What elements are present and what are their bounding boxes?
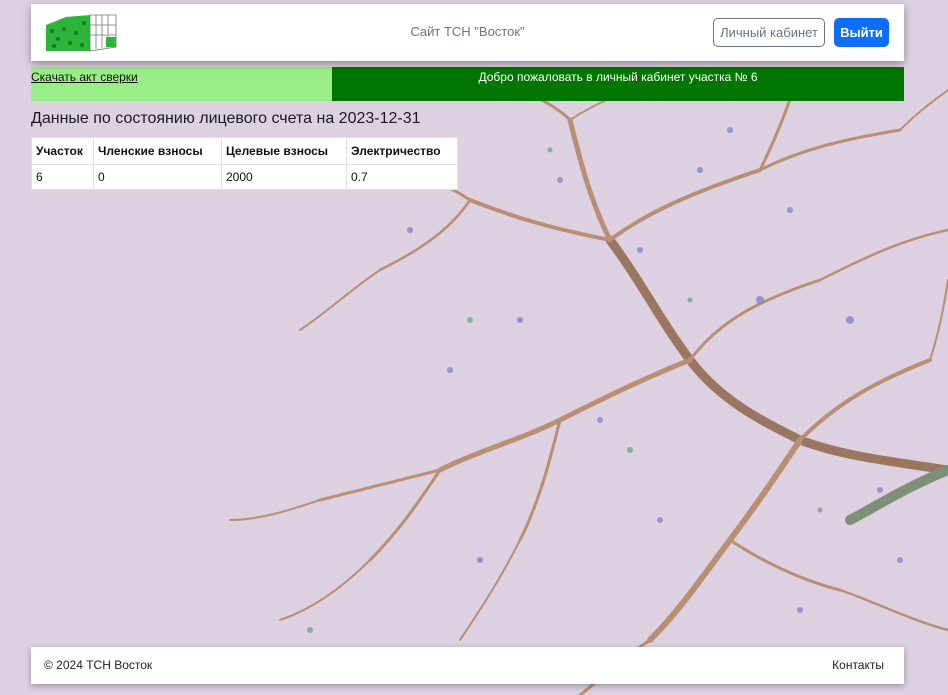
download-reconciliation-link[interactable]: Скачать акт сверки	[31, 70, 138, 84]
table-header-row: Участок Членские взносы Целевые взносы Э…	[31, 137, 458, 165]
column-header-membership-fees: Членские взносы	[93, 137, 222, 165]
cell-target-fees: 2000	[221, 164, 347, 190]
site-header: Сайт ТСН "Восток" Личный кабинет Выйти	[31, 4, 904, 61]
copyright-text: © 2024 ТСН Восток	[44, 658, 153, 672]
contacts-link[interactable]: Контакты	[832, 658, 884, 672]
cell-electricity: 0.7	[346, 164, 458, 190]
account-table: Участок Членские взносы Целевые взносы Э…	[31, 137, 458, 190]
column-header-plot: Участок	[31, 137, 94, 165]
table-row: 6 0 2000 0.7	[31, 164, 458, 190]
download-strip: Скачать акт сверки	[31, 67, 332, 101]
cell-plot: 6	[31, 164, 94, 190]
background-tree-image	[0, 0, 948, 695]
site-title: Сайт ТСН "Восток"	[410, 24, 525, 39]
personal-cabinet-button[interactable]: Личный кабинет	[713, 18, 825, 47]
column-header-electricity: Электричество	[346, 137, 458, 165]
welcome-text: Добро пожаловать в личный кабинет участк…	[478, 70, 758, 84]
account-heading: Данные по состоянию лицевого счета на 20…	[31, 110, 421, 127]
welcome-strip: Добро пожаловать в личный кабинет участк…	[332, 67, 904, 101]
site-footer: © 2024 ТСН Восток Контакты	[31, 647, 904, 684]
cell-membership-fees: 0	[93, 164, 222, 190]
site-logo[interactable]	[44, 11, 120, 54]
column-header-target-fees: Целевые взносы	[221, 137, 347, 165]
logout-button[interactable]: Выйти	[834, 18, 889, 47]
